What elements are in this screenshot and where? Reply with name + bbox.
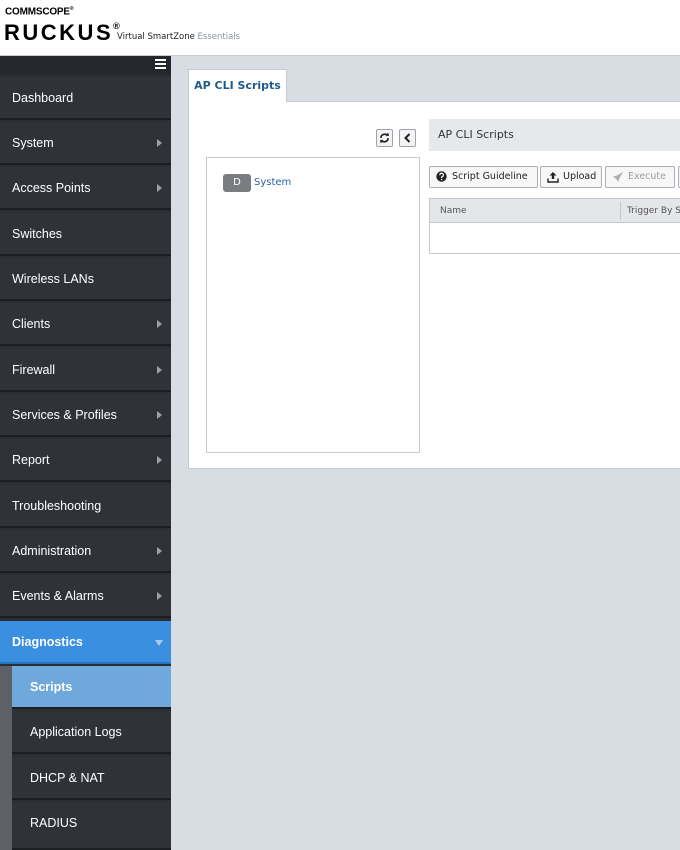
sidebar-item-report[interactable]: Report (0, 439, 171, 482)
scripts-table-header: Name Trigger By S (429, 198, 680, 223)
tab-ap-cli-scripts[interactable]: AP CLI Scripts (188, 69, 287, 102)
sidebar-item-administration[interactable]: Administration (0, 530, 171, 573)
section-title: AP CLI Scripts (438, 128, 514, 141)
zone-tree: D System (206, 157, 420, 453)
sidebar-item-label: Access Points (12, 181, 91, 195)
refresh-icon (379, 132, 390, 144)
product-name: Virtual SmartZone Essentials (117, 32, 241, 42)
refresh-button[interactable] (376, 129, 393, 147)
chevron-left-icon (404, 133, 411, 143)
chevron-right-icon (157, 592, 162, 600)
sidebar-item-label: Troubleshooting (12, 499, 102, 513)
sidebar-item-events-alarms[interactable]: Events & Alarms (0, 575, 171, 618)
sidebar-item-system[interactable]: System (0, 122, 171, 165)
hamburger-menu-icon[interactable] (155, 59, 166, 70)
sidebar-item-label: Events & Alarms (12, 589, 104, 603)
chevron-right-icon (157, 547, 162, 555)
column-header-trigger-by[interactable]: Trigger By S (627, 199, 680, 223)
chevron-right-icon (157, 139, 162, 147)
sidebar-subitem-label: Application Logs (30, 725, 122, 739)
rocket-icon (613, 172, 623, 182)
question-circle-icon (436, 171, 447, 182)
sidebar-subitem-application-logs[interactable]: Application Logs (12, 711, 171, 754)
sidebar-item-label: Switches (12, 227, 63, 241)
chevron-right-icon (157, 366, 162, 374)
collapse-tree-button[interactable] (399, 129, 416, 147)
chevron-right-icon (157, 411, 162, 419)
sidebar-item-label: Firewall (12, 363, 56, 377)
tree-node-label: System (254, 177, 292, 188)
sidebar-toggle-bar (0, 56, 171, 75)
script-guideline-button[interactable]: Script Guideline (429, 166, 538, 188)
sidebar-item-label: Wireless LANs (12, 272, 94, 286)
sidebar-item-dashboard[interactable]: Dashboard (0, 77, 171, 120)
product-edition: Essentials (197, 32, 241, 42)
column-divider (620, 202, 621, 220)
sidebar-item-clients[interactable]: Clients (0, 303, 171, 346)
column-header-name[interactable]: Name (440, 199, 467, 223)
sidebar-subitem-label: RADIUS (30, 816, 78, 830)
ruckus-logo: RUCKUS® (4, 20, 120, 45)
submenu-rail (0, 666, 12, 850)
chevron-down-icon (155, 640, 163, 646)
domain-badge: D (223, 174, 251, 192)
commscope-logo: COMMSCOPE® (5, 6, 74, 18)
section-title-bar: AP CLI Scripts (429, 119, 680, 151)
app-header: COMMSCOPE® RUCKUS® Virtual SmartZone Ess… (0, 0, 680, 56)
sidebar-item-wireless-lans[interactable]: Wireless LANs (0, 258, 171, 301)
scripts-table-body (429, 223, 680, 254)
chevron-right-icon (157, 184, 162, 192)
upload-icon (547, 172, 559, 183)
sidebar-item-label: Report (12, 453, 50, 467)
sidebar-item-label: Clients (12, 317, 51, 331)
sidebar-subitem-radius[interactable]: RADIUS (12, 802, 171, 850)
sidebar-item-label: Dashboard (12, 91, 74, 105)
sidebar-item-troubleshooting[interactable]: Troubleshooting (0, 485, 171, 528)
chevron-right-icon (157, 320, 162, 328)
sidebar-subitem-dhcp-nat[interactable]: DHCP & NAT (12, 757, 171, 800)
sidebar-item-diagnostics[interactable]: Diagnostics (0, 621, 171, 664)
sidebar-item-access-points[interactable]: Access Points (0, 167, 171, 210)
button-label: Execute (628, 171, 666, 182)
sidebar-item-label: Diagnostics (12, 635, 83, 649)
sidebar-subitem-label: Scripts (30, 680, 73, 694)
sidebar-item-services-profiles[interactable]: Services & Profiles (0, 394, 171, 437)
button-label: Upload (563, 171, 597, 182)
button-label: Script Guideline (452, 171, 528, 182)
upload-button[interactable]: Upload (540, 166, 602, 188)
execute-button[interactable]: Execute (605, 166, 675, 188)
sidebar-subitem-scripts[interactable]: Scripts (12, 666, 171, 709)
sidebar-subitem-label: DHCP & NAT (30, 771, 105, 785)
sidebar-item-switches[interactable]: Switches (0, 213, 171, 256)
sidebar-item-label: System (12, 136, 54, 150)
sidebar-item-label: Administration (12, 544, 92, 558)
sidebar-item-label: Services & Profiles (12, 408, 117, 422)
sidebar-item-firewall[interactable]: Firewall (0, 349, 171, 392)
chevron-right-icon (157, 456, 162, 464)
